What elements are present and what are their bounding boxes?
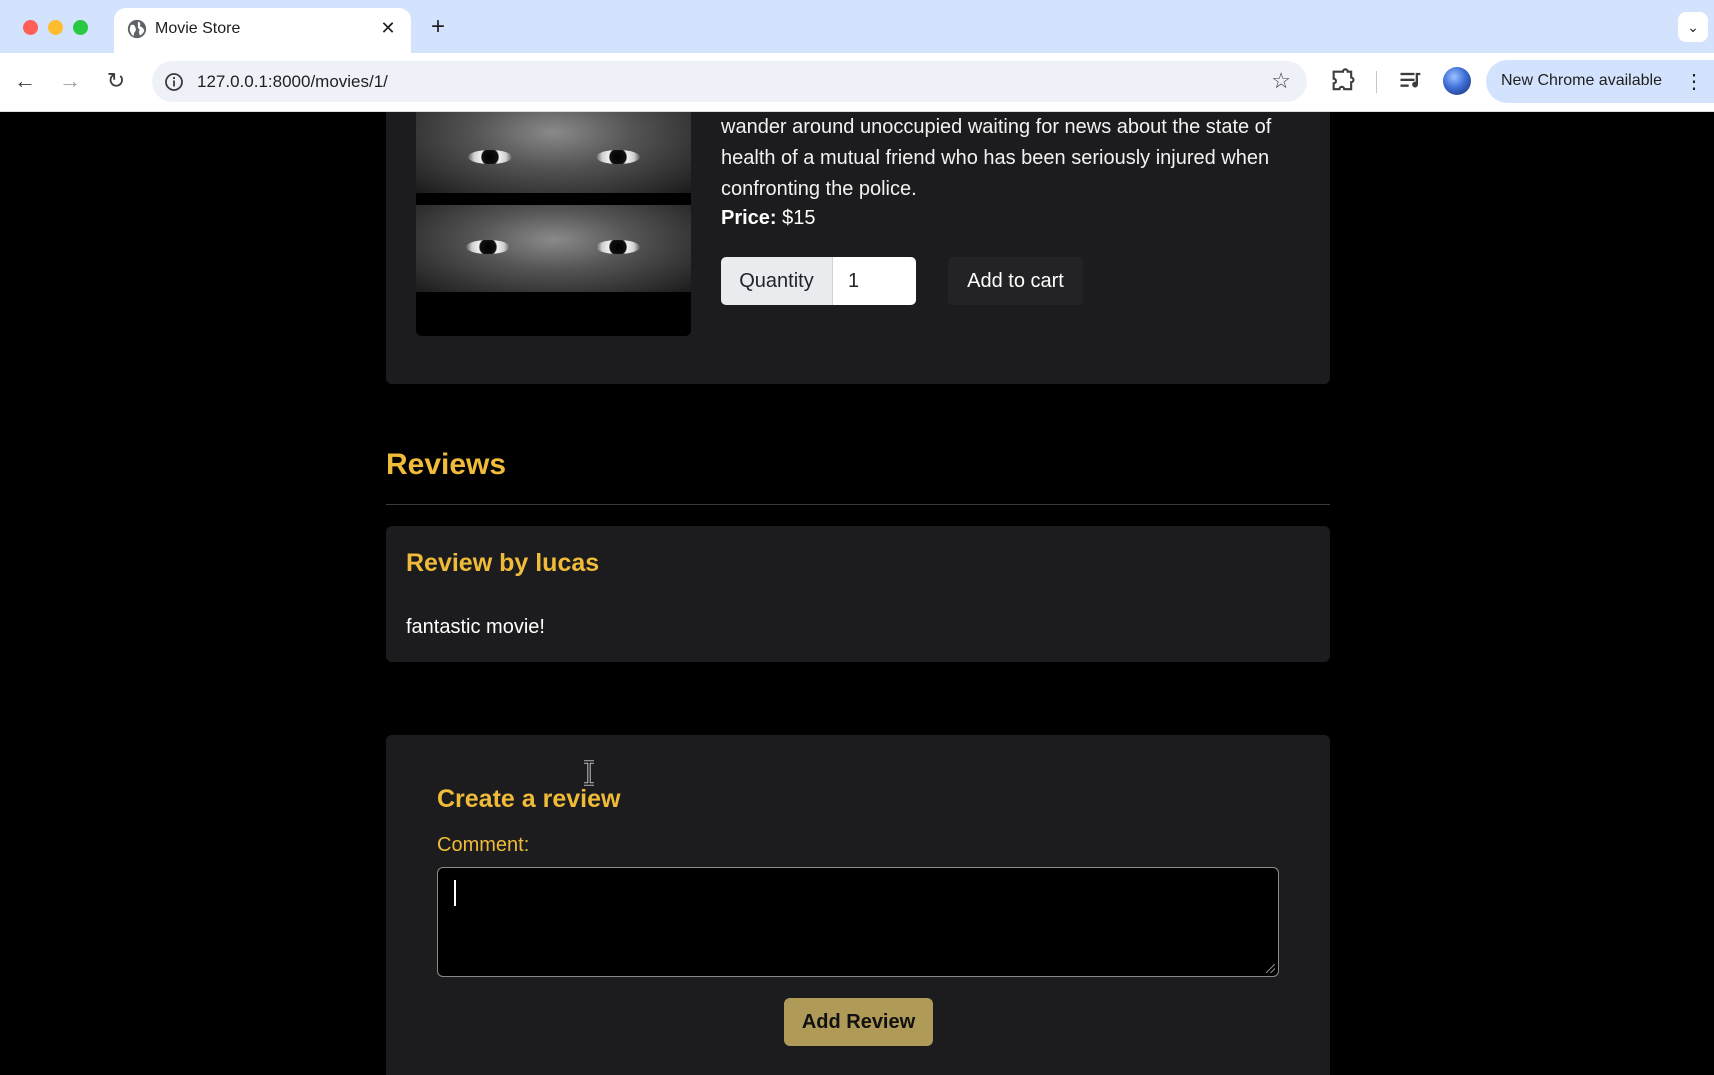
quantity-input[interactable] (833, 257, 916, 305)
reviews-heading: Reviews (386, 448, 507, 481)
forward-icon[interactable]: → (55, 66, 85, 96)
media-control-icon[interactable] (1397, 67, 1425, 95)
tab-close-icon[interactable]: ✕ (377, 17, 399, 39)
extensions-icon[interactable] (1329, 67, 1357, 95)
back-icon[interactable]: ← (10, 66, 40, 96)
kebab-menu-icon[interactable]: ⋮ (1684, 69, 1704, 94)
price-value: $15 (782, 207, 816, 229)
poster-eye (466, 240, 510, 254)
review-card: Review by lucas fantastic movie! (386, 526, 1330, 662)
price-label: Price: (721, 207, 777, 229)
page-viewport: wander around unoccupied waiting for new… (0, 112, 1714, 1075)
browser-tabstrip: Movie Store ✕ + ⌄ (0, 0, 1714, 53)
reload-icon[interactable]: ↻ (101, 66, 131, 96)
review-text: fantastic movie! (406, 616, 545, 638)
movie-description: wander around unoccupied waiting for new… (721, 116, 1272, 200)
info-icon[interactable] (164, 72, 184, 92)
window-close-button[interactable] (23, 20, 38, 35)
star-icon[interactable]: ☆ (1271, 68, 1291, 94)
review-title: Review by lucas (406, 549, 600, 577)
poster-eye (468, 150, 512, 164)
new-tab-button[interactable]: + (425, 14, 451, 40)
reviews-divider (386, 504, 1330, 505)
poster-eyes-top (416, 112, 691, 193)
comment-textarea[interactable] (437, 867, 1279, 977)
update-label: New Chrome available (1501, 72, 1662, 89)
quantity-group: Quantity (721, 257, 916, 305)
browser-toolbar: ← → ↻ 127.0.0.1:8000/movies/1/ ☆ New Chr… (0, 53, 1714, 112)
window-minimize-button[interactable] (48, 20, 63, 35)
poster-eye (596, 150, 640, 164)
add-to-cart-button[interactable]: Add to cart (948, 257, 1083, 305)
poster-eyes-bottom (416, 205, 691, 292)
profile-avatar[interactable] (1443, 67, 1471, 95)
movie-poster (416, 112, 691, 336)
quantity-label: Quantity (721, 257, 833, 305)
poster-eye (596, 240, 640, 254)
text-caret (454, 880, 456, 906)
textarea-resize-handle[interactable] (1266, 964, 1275, 973)
globe-icon (127, 19, 147, 39)
create-review-card: Create a review Comment: Add Review (386, 735, 1330, 1075)
url-text[interactable]: 127.0.0.1:8000/movies/1/ (197, 71, 388, 93)
create-review-title: Create a review (437, 785, 621, 813)
movie-price: Price: $15 (721, 205, 816, 231)
address-bar[interactable]: 127.0.0.1:8000/movies/1/ ☆ (152, 61, 1307, 102)
movie-detail-card: wander around unoccupied waiting for new… (386, 112, 1330, 384)
text-cursor-icon (584, 760, 594, 786)
toolbar-divider (1376, 71, 1377, 93)
tab-search-button[interactable]: ⌄ (1678, 12, 1708, 42)
window-zoom-button[interactable] (73, 20, 88, 35)
tab-title: Movie Store (155, 20, 241, 37)
add-review-button[interactable]: Add Review (784, 998, 933, 1046)
browser-tab-active[interactable]: Movie Store ✕ (114, 8, 411, 53)
comment-label: Comment: (437, 834, 530, 856)
new-chrome-available-button[interactable]: New Chrome available ⋮ (1486, 60, 1714, 103)
